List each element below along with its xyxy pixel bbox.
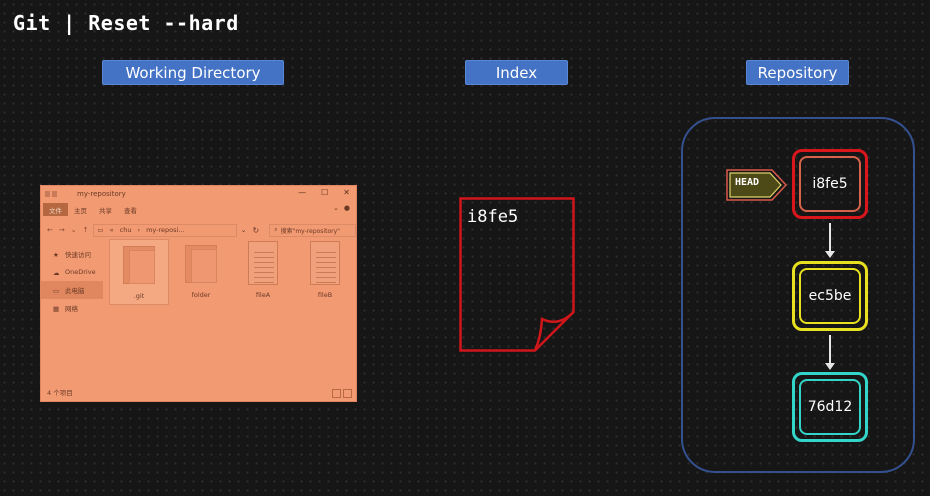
- ribbon-tab-home[interactable]: 主页: [68, 203, 93, 216]
- large-icons-view-icon[interactable]: [343, 389, 352, 398]
- network-icon: ▦: [53, 304, 60, 313]
- ribbon-tab-file[interactable]: 文件: [43, 203, 68, 216]
- navigation-pane: ★ 快速访问 ☁ OneDrive ▭ 此电脑 ▦ 网络: [41, 245, 103, 317]
- document-icon: [248, 241, 278, 285]
- file-explorer-window: my-repository — ☐ ✕ 文件 主页 共享 查看 ⌄ ● ← → …: [40, 185, 357, 402]
- explorer-titlebar: my-repository — ☐ ✕: [41, 186, 356, 202]
- nav-item-network[interactable]: ▦ 网络: [41, 299, 103, 317]
- forward-arrow-icon[interactable]: →: [59, 226, 65, 234]
- address-overflow: «: [109, 226, 114, 234]
- details-view-icon[interactable]: [332, 389, 341, 398]
- ribbon-tab-view[interactable]: 查看: [118, 203, 143, 216]
- index-label: Index: [465, 60, 568, 85]
- quick-access-toolbar[interactable]: [45, 190, 63, 199]
- help-icon[interactable]: ●: [344, 204, 350, 212]
- address-dropdown-icon[interactable]: ⌄: [241, 226, 247, 234]
- file-item-folder[interactable]: folder: [171, 239, 231, 305]
- folder-icon: [121, 242, 157, 286]
- nav-item-label: 此电脑: [65, 287, 85, 295]
- address-segment-parent[interactable]: chu: [120, 226, 132, 234]
- file-name: fileA: [255, 291, 271, 299]
- commit-link-line: [829, 335, 831, 363]
- commit-id: i8fe5: [799, 156, 861, 212]
- nav-item-onedrive[interactable]: ☁ OneDrive: [41, 263, 103, 281]
- refresh-icon[interactable]: ↻: [253, 226, 260, 235]
- star-icon: ★: [53, 250, 59, 259]
- file-item-git[interactable]: .git: [109, 239, 169, 305]
- nav-item-label: 快速访问: [65, 251, 91, 259]
- document-icon: [310, 241, 340, 285]
- chevron-down-icon[interactable]: ⌄: [71, 226, 77, 234]
- back-arrow-icon[interactable]: ←: [47, 226, 53, 234]
- minimize-icon[interactable]: —: [298, 188, 306, 197]
- explorer-body: ★ 快速访问 ☁ OneDrive ▭ 此电脑 ▦ 网络 .git folder…: [41, 239, 356, 389]
- commit-node-2: ec5be: [792, 261, 868, 331]
- explorer-window-title: my-repository: [77, 190, 126, 198]
- computer-icon: ▭: [53, 286, 60, 295]
- arrow-down-icon: [825, 363, 835, 370]
- search-icon: ⌕: [274, 226, 278, 233]
- nav-item-quick-access[interactable]: ★ 快速访问: [41, 245, 103, 263]
- index-commit-id: i8fe5: [467, 207, 519, 227]
- file-name: .git: [133, 292, 145, 300]
- file-item-filea[interactable]: fileA: [233, 239, 293, 305]
- nav-item-label: OneDrive: [65, 268, 96, 276]
- cloud-icon: ☁: [53, 268, 60, 277]
- head-label: HEAD: [735, 177, 760, 188]
- up-arrow-icon[interactable]: ↑: [83, 226, 89, 234]
- folder-small-icon: ▭: [97, 226, 104, 234]
- search-input[interactable]: ⌕ 搜索"my-repository": [269, 223, 356, 237]
- arrow-down-icon: [825, 251, 835, 258]
- index-document: i8fe5: [459, 197, 579, 359]
- file-item-fileb[interactable]: fileB: [295, 239, 355, 305]
- maximize-icon[interactable]: ☐: [321, 188, 328, 197]
- commit-id: ec5be: [799, 268, 861, 324]
- status-bar-count: 4 个项目: [47, 389, 73, 397]
- folder-icon: [183, 241, 219, 285]
- file-list: .git folder fileA fileB: [109, 239, 355, 305]
- search-placeholder: 搜索"my-repository": [280, 227, 340, 235]
- repository-label: Repository: [746, 60, 849, 85]
- file-name: folder: [191, 291, 211, 299]
- working-directory-label: Working Directory: [102, 60, 284, 85]
- file-name: fileB: [317, 291, 333, 299]
- address-segment-current[interactable]: my-reposi...: [146, 226, 184, 234]
- explorer-ribbon: 文件 主页 共享 查看 ⌄ ●: [41, 202, 356, 217]
- address-separator: ›: [137, 226, 141, 234]
- nav-item-this-pc[interactable]: ▭ 此电脑: [41, 281, 103, 299]
- commit-node-1: i8fe5: [792, 149, 868, 219]
- address-bar-row: ← → ⌄ ↑ ▭ « chu › my-reposi... ⌄ ↻ ⌕ 搜索"…: [41, 221, 356, 239]
- chevron-down-icon[interactable]: ⌄: [333, 204, 339, 212]
- head-pointer: HEAD: [726, 169, 788, 205]
- address-input[interactable]: ▭ « chu › my-reposi...: [92, 223, 237, 237]
- ribbon-tab-share[interactable]: 共享: [93, 203, 118, 216]
- close-icon[interactable]: ✕: [343, 188, 350, 197]
- commit-link-line: [829, 223, 831, 251]
- page-title: Git | Reset --hard: [13, 11, 239, 35]
- nav-item-label: 网络: [65, 305, 78, 313]
- commit-node-3: 76d12: [792, 372, 868, 442]
- commit-id: 76d12: [799, 379, 861, 435]
